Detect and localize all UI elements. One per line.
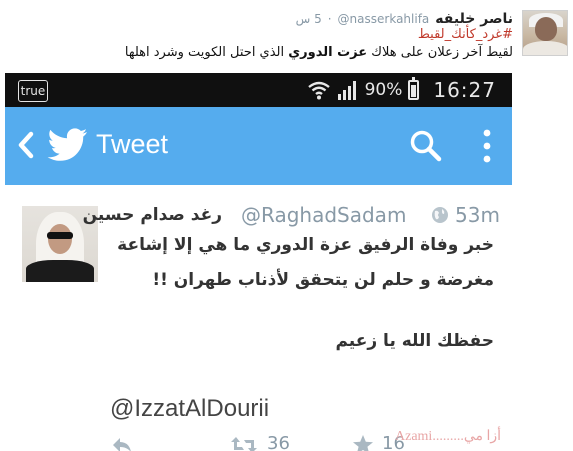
overflow-menu-icon[interactable]: [477, 127, 497, 165]
tweet-author-handle[interactable]: @RaghadSadam: [241, 203, 406, 227]
author-name[interactable]: ناصر خليفه: [435, 11, 513, 27]
post-time[interactable]: 5 س: [296, 12, 322, 26]
signal-icon: [337, 81, 356, 100]
embedded-phone-screenshot: true 90% 16:27 Tweet رغد صدام حسين @Ragh…: [5, 73, 512, 451]
status-icons: 90% 16:27: [307, 76, 496, 104]
author-line: ناصر خليفه @nasserkahlifa · 5 س: [296, 9, 513, 29]
retweet-count: 36: [267, 433, 290, 451]
app-bar-title: Tweet: [96, 129, 169, 159]
post-body-before: لقيط آخر زعلان على هلاك: [367, 45, 513, 60]
tweet-text-line-3: حفظك الله يا زعيم: [335, 331, 494, 351]
app-bar: Tweet: [5, 107, 512, 185]
post-body-bold: عزت الدوري: [288, 45, 368, 60]
post-header: ناصر خليفه @nasserkahlifa · 5 س #غرد_كأن…: [0, 0, 573, 70]
globe-icon: [432, 207, 448, 223]
twitter-bird-icon: [47, 128, 87, 161]
tweet-time: 53m: [455, 203, 500, 227]
separator-dot: ·: [327, 12, 332, 26]
hashtag-link[interactable]: #غرد_كأنك_لقيط: [418, 27, 513, 42]
author-avatar[interactable]: [522, 10, 568, 56]
search-icon[interactable]: [409, 129, 443, 163]
battery-percent: 90%: [364, 80, 403, 100]
reply-icon[interactable]: [110, 435, 134, 451]
author-handle[interactable]: @nasserkahlifa: [338, 12, 430, 26]
status-clock: 16:27: [433, 78, 496, 102]
favorite-star-icon[interactable]: [351, 435, 375, 451]
back-chevron-icon[interactable]: [13, 127, 41, 163]
carrier-logo: true: [18, 80, 48, 102]
status-bar: true 90% 16:27: [5, 73, 512, 107]
wifi-icon: [307, 81, 330, 100]
tweet-header: رغد صدام حسين @RaghadSadam 53m: [83, 201, 500, 229]
tweet-text-line-1: خبر وفاة الرفيق عزة الدوري ما هي إلا إشا…: [117, 235, 494, 255]
post-body-after: الذي احتل الكويت وشرد اهلها: [124, 45, 289, 60]
tweet-text-line-2: مغرضة و حلم لن يتحقق لأذناب طهران !!: [152, 270, 494, 290]
tweet-mention[interactable]: @IzzatAlDourii: [110, 395, 269, 423]
retweet-icon[interactable]: [230, 435, 258, 451]
post-body: لقيط آخر زعلان على هلاك عزت الدوري الذي …: [125, 45, 513, 60]
tweet-author-name[interactable]: رغد صدام حسين: [83, 205, 222, 225]
battery-icon: [408, 77, 420, 100]
watermark: Azami.........أزا مي: [395, 429, 502, 444]
